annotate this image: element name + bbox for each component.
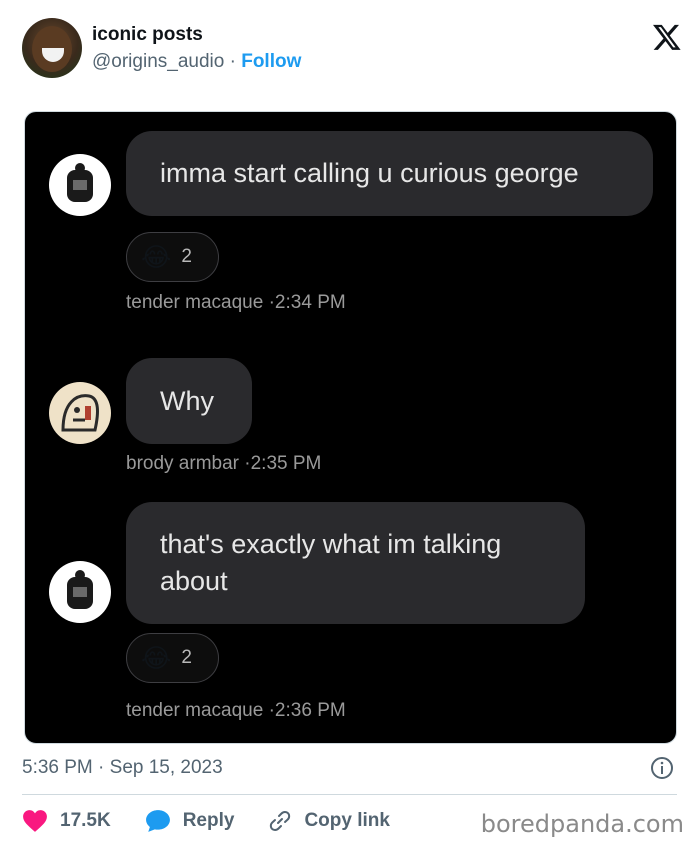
message-text: that's exactly what im talking about	[160, 529, 502, 596]
reply-label: Reply	[182, 810, 235, 831]
separator-dot: ·	[229, 51, 236, 72]
reaction-badge[interactable]: 😂 2	[126, 232, 219, 282]
reply-bubble-icon	[145, 810, 170, 832]
like-button[interactable]: 17.5K	[22, 809, 111, 833]
reaction-badge[interactable]: 😂 2	[126, 633, 219, 683]
tweet-header: iconic posts @origins_audio · Follow	[22, 18, 682, 80]
message-bubble: imma start calling u curious george	[126, 131, 653, 216]
reaction-count: 2	[181, 246, 192, 267]
copy-link-button[interactable]: Copy link	[268, 809, 390, 833]
laughing-emoji-icon: 😂	[141, 242, 172, 272]
message-bubble: Why	[126, 358, 252, 444]
message-text: Why	[160, 385, 214, 416]
follow-button[interactable]: Follow	[241, 51, 301, 72]
x-logo-icon[interactable]	[652, 22, 682, 52]
reaction-count: 2	[181, 647, 192, 668]
sender-name: brody armbar	[126, 453, 239, 474]
link-icon	[270, 811, 291, 831]
author-handle-row: @origins_audio · Follow	[92, 51, 301, 73]
message-time: ·2:35 PM	[244, 453, 322, 474]
screenshot-image[interactable]: imma start calling u curious george 😂 2 …	[24, 111, 677, 744]
author-handle[interactable]: @origins_audio	[92, 51, 224, 72]
like-count: 17.5K	[60, 810, 111, 831]
author-name[interactable]: iconic posts	[92, 24, 203, 46]
sender-avatar	[49, 382, 111, 444]
sender-avatar	[49, 154, 111, 216]
watermark: boredpanda.com	[480, 810, 684, 838]
message-meta: brody armbar ·2:35 PM	[126, 453, 321, 475]
message-bubble: that's exactly what im talking about	[126, 502, 585, 624]
action-bar: 17.5K Reply Copy link	[22, 805, 424, 837]
message-meta: tender macaque ·2:36 PM	[126, 700, 346, 722]
message-text: imma start calling u curious george	[160, 158, 579, 188]
divider	[22, 794, 677, 795]
message-meta: tender macaque ·2:34 PM	[126, 292, 346, 314]
sender-name: tender macaque	[126, 292, 264, 313]
post-timestamp[interactable]: 5:36 PM · Sep 15, 2023	[22, 757, 223, 779]
message-time: ·2:34 PM	[268, 292, 346, 313]
author-avatar[interactable]	[22, 18, 82, 78]
sender-name: tender macaque	[126, 700, 264, 721]
heart-icon	[23, 810, 47, 832]
reply-button[interactable]: Reply	[145, 809, 235, 833]
info-icon[interactable]	[650, 756, 674, 780]
copy-link-label: Copy link	[304, 810, 390, 831]
message-time: ·2:36 PM	[268, 700, 346, 721]
laughing-emoji-icon: 😂	[141, 643, 172, 673]
sender-avatar	[49, 561, 111, 623]
